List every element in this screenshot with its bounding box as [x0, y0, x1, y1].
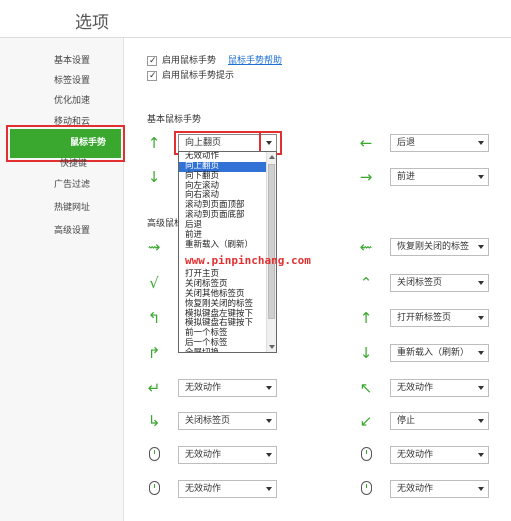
enable-gesture-tip-checkbox[interactable]: [147, 69, 157, 83]
enable-gesture-tip-row: 启用鼠标手势提示: [147, 69, 234, 83]
adv-row6-left-select[interactable]: 关闭标签页: [178, 412, 277, 430]
gesture-left-down-icon: ↙: [359, 412, 373, 430]
gesture-up-down-icon: ⌃: [359, 274, 373, 292]
gesture-left-select[interactable]: 后退: [390, 134, 489, 152]
gesture-up-icon: ↑: [147, 134, 161, 152]
gesture-right-up-icon: ↑: [359, 309, 373, 327]
gesture-right-down-icon: ↓: [359, 344, 373, 362]
adv-row8-left-select[interactable]: 无效动作: [178, 480, 277, 498]
adv-row7-right-select[interactable]: 无效动作: [390, 446, 489, 464]
adv-row8-right-select[interactable]: 无效动作: [390, 480, 489, 498]
chevron-down-icon: [478, 487, 484, 491]
adv-row6-right-select[interactable]: 停止: [390, 412, 489, 430]
chevron-down-icon: [478, 316, 484, 320]
adv-row8-right-value: 无效动作: [397, 484, 434, 494]
adv-row1-right-select[interactable]: 恢复刚关闭的标签: [390, 238, 489, 256]
mouse-wheel-icon: [149, 447, 160, 461]
sidebar-item-shortcuts[interactable]: 快捷键: [0, 154, 124, 174]
dropdown-list: 无效动作 向上翻页 向下翻页 向左滚动 向右滚动 滚动到页面顶部 滚动到页面底部 后退 前进 重新…: [179, 152, 267, 352]
gesture-right-icon: →: [359, 168, 373, 186]
chevron-down-icon: [478, 175, 484, 179]
adv-row7-left-value: 无效动作: [185, 450, 222, 460]
adv-row6-right-value: 停止: [397, 416, 416, 426]
gesture-right-value: 前进: [397, 172, 416, 182]
basic-gesture-heading: 基本鼠标手势: [147, 115, 202, 125]
chevron-down-icon: [478, 141, 484, 145]
chevron-down-icon: [266, 386, 272, 390]
dropdown-option[interactable]: 全屏切换: [179, 348, 267, 352]
adv-row4-right-value: 重新载入（刷新）: [397, 348, 470, 358]
chevron-down-icon: [478, 351, 484, 355]
sidebar-item-advanced[interactable]: 高级设置: [0, 221, 124, 241]
adv-row5-left-value: 无效动作: [185, 383, 222, 393]
gesture-down-left-icon: ↵: [147, 379, 161, 397]
adv-row6-left-value: 关闭标签页: [185, 416, 231, 426]
gesture-left-up-icon: ↖: [359, 379, 373, 397]
chevron-down-icon: [478, 281, 484, 285]
gesture-up-left-icon: ↰: [147, 309, 161, 327]
adv-row5-right-value: 无效动作: [397, 383, 434, 393]
gesture-left-icon: ←: [359, 134, 373, 152]
chevron-down-icon: [266, 453, 272, 457]
dropdown-option[interactable]: 重新载入（刷新）: [179, 240, 267, 251]
adv-row8-left-value: 无效动作: [185, 484, 222, 494]
enable-gesture-checkbox[interactable]: [147, 54, 157, 68]
chevron-down-icon: [266, 419, 272, 423]
mouse-wheel-down-icon: [361, 447, 372, 461]
sidebar-item-hotkey-url[interactable]: 热键网址: [0, 198, 124, 218]
scroll-down-icon[interactable]: [269, 345, 275, 349]
gesture-down-up-down-icon: ⇜: [359, 238, 373, 256]
chevron-down-icon: [478, 386, 484, 390]
sidebar-item-tabs[interactable]: 标签设置: [0, 71, 124, 91]
enable-gesture-label: 启用鼠标手势: [162, 56, 217, 66]
adv-row5-left-select[interactable]: 无效动作: [178, 379, 277, 397]
chevron-down-icon: [266, 487, 272, 491]
sidebar: 基本设置 标签设置 优化加速 移动和云 鼠标手势 快捷键 广告过滤 热键网址 高…: [0, 38, 125, 521]
chevron-down-icon: [478, 419, 484, 423]
gesture-up-down-up-icon: ⇝: [147, 238, 161, 256]
adv-row4-right-select[interactable]: 重新载入（刷新）: [390, 344, 489, 362]
enable-gesture-tip-label: 启用鼠标手势提示: [162, 71, 235, 81]
dropdown-scrollbar[interactable]: [266, 152, 276, 352]
sidebar-item-basic[interactable]: 基本设置: [0, 51, 124, 71]
chevron-down-icon: [478, 245, 484, 249]
adv-row2-right-value: 关闭标签页: [397, 278, 443, 288]
adv-row3-right-value: 打开新标签页: [397, 313, 452, 323]
adv-row3-right-select[interactable]: 打开新标签页: [390, 309, 489, 327]
gesture-up-right-icon: ↱: [147, 344, 161, 362]
gesture-help-link[interactable]: 鼠标手势帮助: [228, 56, 282, 66]
sidebar-item-adblock[interactable]: 广告过滤: [0, 175, 124, 195]
gesture-down-up-icon: √: [149, 274, 159, 292]
adv-row2-right-select[interactable]: 关闭标签页: [390, 274, 489, 292]
scroll-up-icon[interactable]: [269, 155, 275, 159]
adv-row7-left-select[interactable]: 无效动作: [178, 446, 277, 464]
window-title: 选项: [75, 13, 109, 33]
gesture-left-value: 后退: [397, 138, 416, 148]
mouse-wheel-click-icon: [361, 481, 372, 495]
watermark: www.pinpinchang.com: [185, 254, 311, 267]
adv-row1-right-value: 恢复刚关闭的标签: [397, 242, 470, 252]
gesture-right-select[interactable]: 前进: [390, 168, 489, 186]
chevron-down-icon: [478, 453, 484, 457]
gesture-down-right-icon: ↳: [147, 412, 161, 430]
enable-gesture-row: 启用鼠标手势 鼠标手势帮助: [147, 54, 282, 68]
scroll-thumb[interactable]: [268, 164, 275, 319]
adv-row7-right-value: 无效动作: [397, 450, 434, 460]
gesture-up-dropdown: 无效动作 向上翻页 向下翻页 向左滚动 向右滚动 滚动到页面顶部 滚动到页面底部 后退 前进 重新…: [178, 151, 277, 353]
sidebar-item-speedup[interactable]: 优化加速: [0, 91, 124, 111]
gesture-down-icon: ↓: [147, 168, 161, 186]
adv-row5-right-select[interactable]: 无效动作: [390, 379, 489, 397]
mouse-wheel-up-icon: [149, 481, 160, 495]
